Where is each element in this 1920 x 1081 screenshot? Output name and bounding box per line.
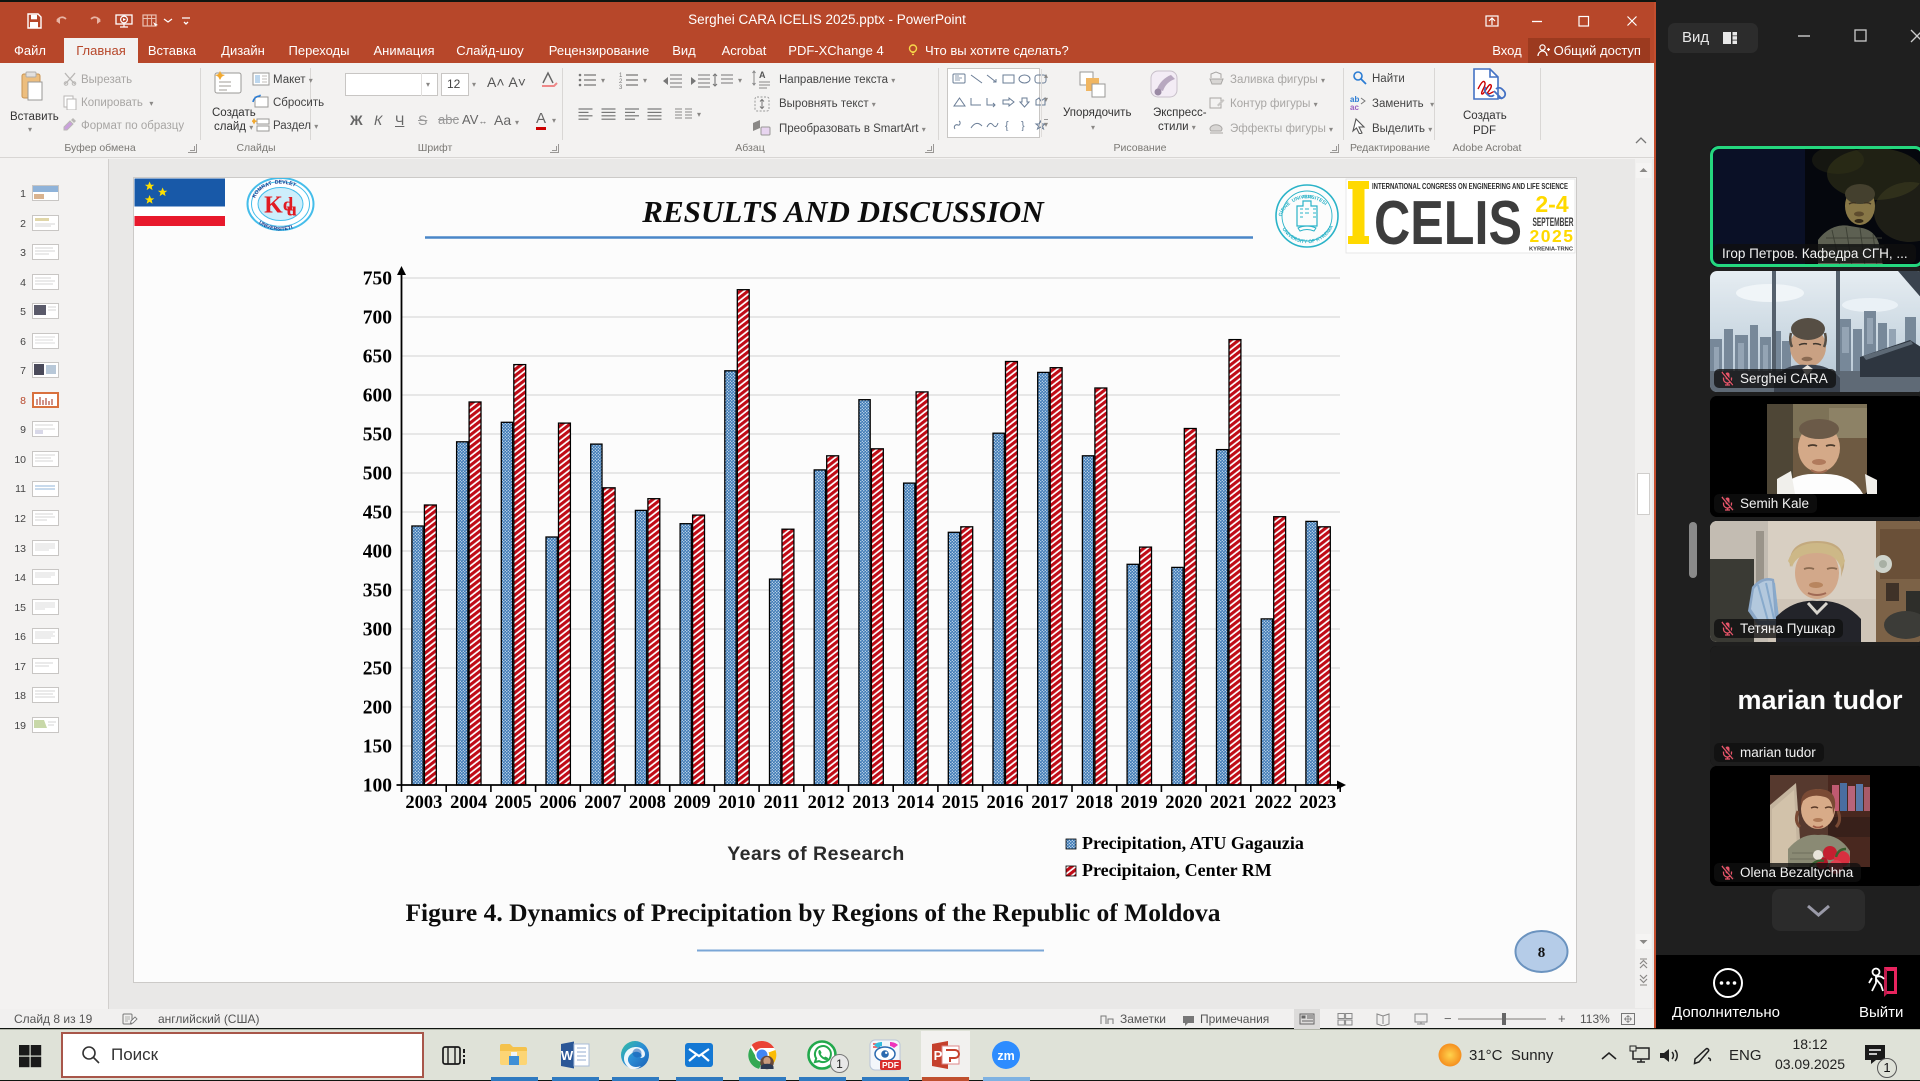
svg-text:2019: 2019 — [1121, 793, 1158, 813]
svg-text:Kdu: Kdu — [264, 193, 297, 221]
svg-text:}: } — [1021, 120, 1025, 131]
svg-text:CELIS: CELIS — [1374, 189, 1522, 258]
svg-text:2004: 2004 — [450, 793, 487, 813]
svg-text:2003: 2003 — [405, 793, 442, 813]
svg-text:2018: 2018 — [1076, 793, 1113, 813]
svg-text:2023: 2023 — [1299, 793, 1336, 813]
svg-text:200: 200 — [363, 698, 392, 719]
svg-text:2016: 2016 — [987, 793, 1024, 813]
svg-text:650: 650 — [363, 347, 392, 368]
svg-text:Precipitation, ATU Gagauzia: Precipitation, ATU Gagauzia — [1082, 833, 1304, 853]
svg-text:100: 100 — [363, 776, 392, 797]
svg-text:2-4: 2-4 — [1535, 191, 1568, 217]
svg-text:Figure 4. Dynamics of Precipit: Figure 4. Dynamics of Precipitation by R… — [405, 898, 1220, 927]
svg-text:2015: 2015 — [942, 793, 979, 813]
svg-text:550: 550 — [363, 425, 392, 446]
svg-text:2020: 2020 — [1165, 793, 1202, 813]
svg-text:2025: 2025 — [1530, 226, 1575, 246]
svg-text:P: P — [934, 1048, 943, 1063]
svg-text:2011: 2011 — [764, 793, 800, 813]
svg-text:500: 500 — [363, 464, 392, 485]
svg-text:ac: ac — [1350, 103, 1359, 110]
svg-text:2008: 2008 — [629, 793, 666, 813]
svg-text:700: 700 — [363, 308, 392, 329]
svg-text:W: W — [561, 1048, 574, 1063]
svg-text:450: 450 — [363, 503, 392, 524]
svg-text:Years of Research: Years of Research — [727, 843, 905, 865]
svg-text:2021: 2021 — [1210, 793, 1247, 813]
svg-text:150: 150 — [363, 737, 392, 758]
svg-text:300: 300 — [363, 620, 392, 641]
svg-text:8: 8 — [1538, 945, 1546, 961]
svg-text:2017: 2017 — [1031, 793, 1068, 813]
svg-text:3: 3 — [619, 85, 623, 89]
svg-text:A: A — [759, 70, 766, 80]
svg-text:PDF: PDF — [882, 1060, 899, 1070]
svg-text:2007: 2007 — [584, 793, 621, 813]
svg-text:2009: 2009 — [674, 793, 711, 813]
svg-text:zm: zm — [997, 1049, 1014, 1063]
svg-text:RESULTS AND DISCUSSION: RESULTS AND DISCUSSION — [641, 194, 1045, 229]
svg-text:350: 350 — [363, 581, 392, 602]
svg-text:Precipitaion, Center RM: Precipitaion, Center RM — [1082, 860, 1272, 880]
svg-text:2022: 2022 — [1255, 793, 1292, 813]
svg-text:2013: 2013 — [852, 793, 889, 813]
svg-text:marian tudor: marian tudor — [1737, 685, 1903, 715]
svg-text:600: 600 — [363, 386, 392, 407]
svg-text:2010: 2010 — [718, 793, 755, 813]
svg-text:2012: 2012 — [808, 793, 845, 813]
svg-text:{: { — [1005, 120, 1009, 131]
svg-text:750: 750 — [363, 269, 392, 290]
svg-text:250: 250 — [363, 659, 392, 680]
svg-text:2006: 2006 — [540, 793, 577, 813]
svg-text:KYRENIA-TRNC: KYRENIA-TRNC — [1529, 247, 1574, 253]
svg-text:2005: 2005 — [495, 793, 532, 813]
svg-text:UNIVERSITY OF KYRENIA: UNIVERSITY OF KYRENIA — [1281, 224, 1335, 245]
svg-text:400: 400 — [363, 542, 392, 563]
svg-text:2014: 2014 — [897, 793, 934, 813]
